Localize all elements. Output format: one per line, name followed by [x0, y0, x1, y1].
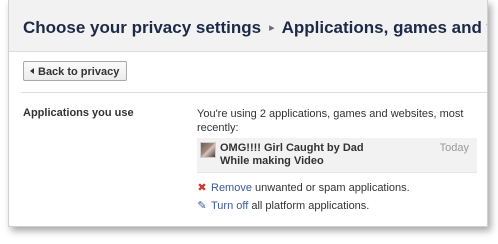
page-title: Choose your privacy settings: [23, 18, 262, 37]
applications-summary: You're using 2 applications, games and w…: [197, 108, 464, 134]
app-last-used: Today: [439, 142, 469, 154]
breadcrumb-arrow-icon: ▸: [269, 22, 275, 34]
turn-off-description: all platform applications.: [248, 200, 370, 212]
remove-apps-line: ✖ Remove unwanted or spam applications.: [197, 181, 410, 194]
page-subtitle: Applications, games and websites: [281, 18, 487, 37]
back-arrow-icon: [30, 68, 34, 74]
page-header: Choose your privacy settings ▸ Application…: [9, 0, 487, 52]
turn-off-platform-line: ✎ Turn off all platform applications.: [197, 199, 369, 212]
turn-off-link[interactable]: Turn off: [211, 200, 248, 212]
back-to-privacy-button[interactable]: Back to privacy: [23, 61, 128, 81]
recent-app-row[interactable]: OMG!!!! Girl Caught by Dad While making …: [197, 138, 477, 173]
privacy-settings-panel: Choose your privacy settings ▸ Application…: [8, 0, 488, 227]
x-icon: ✖: [197, 182, 207, 194]
section-divider: [21, 92, 487, 93]
app-name[interactable]: OMG!!!! Girl Caught by Dad While making …: [220, 142, 390, 168]
applications-you-use-label: Applications you use: [23, 107, 134, 119]
remove-link[interactable]: Remove: [211, 182, 252, 194]
pencil-icon: ✎: [197, 200, 207, 212]
back-button-label: Back to privacy: [38, 66, 120, 78]
app-thumbnail-icon: [200, 142, 216, 158]
remove-description: unwanted or spam applications.: [251, 182, 410, 194]
breadcrumb: Choose your privacy settings ▸ Application…: [23, 18, 487, 38]
